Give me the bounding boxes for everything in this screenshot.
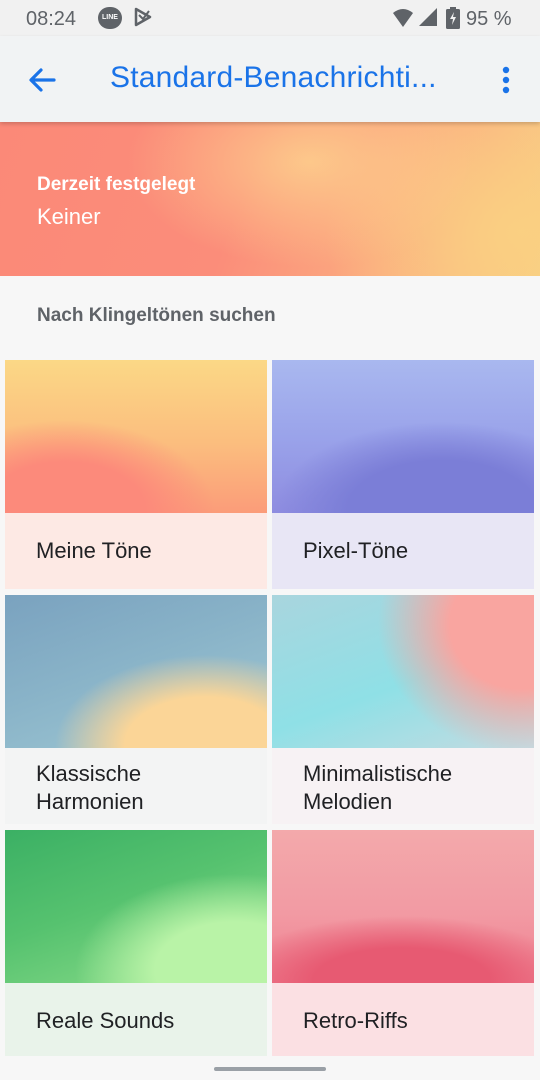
current-value: Keiner bbox=[37, 204, 101, 229]
gesture-nav-handle[interactable] bbox=[214, 1067, 326, 1071]
more-vert-icon[interactable] bbox=[492, 60, 520, 100]
category-artwork bbox=[272, 595, 534, 748]
category-card-minimal-melodies[interactable]: Minimalistische Melodien bbox=[272, 595, 534, 824]
status-bar: 08:24 LINE 95 % bbox=[0, 0, 540, 36]
battery-charging-icon bbox=[446, 7, 460, 29]
category-label: Pixel-Töne bbox=[272, 513, 534, 589]
category-card-pixel-sounds[interactable]: Pixel-Töne bbox=[272, 360, 534, 589]
category-label: Minimalistische Melodien bbox=[272, 748, 534, 824]
category-artwork bbox=[5, 830, 267, 983]
current-label: Derzeit festgelegt bbox=[37, 174, 196, 195]
status-time: 08:24 bbox=[26, 8, 77, 30]
category-card-real-sounds[interactable]: Reale Sounds bbox=[5, 830, 267, 1056]
battery-percent: 95 % bbox=[466, 8, 512, 30]
signal-icon bbox=[419, 8, 437, 26]
line-icon: LINE bbox=[98, 7, 122, 29]
category-artwork bbox=[5, 360, 267, 513]
browse-section-title: Nach Klingeltönen suchen bbox=[37, 305, 276, 326]
category-artwork bbox=[5, 595, 267, 748]
play-store-icon bbox=[134, 7, 152, 27]
category-label: Meine Töne bbox=[5, 513, 267, 589]
category-card-classical-harmonies[interactable]: Klassische Harmonien bbox=[5, 595, 267, 824]
page-title: Standard-Benachrichti... bbox=[110, 61, 437, 94]
category-card-my-sounds[interactable]: Meine Töne bbox=[5, 360, 267, 589]
category-artwork bbox=[272, 360, 534, 513]
category-label: Klassische Harmonien bbox=[5, 748, 267, 824]
app-bar: Standard-Benachrichti... bbox=[0, 36, 540, 122]
current-ringtone-banner: Derzeit festgelegt Keiner bbox=[0, 122, 540, 276]
wifi-icon bbox=[393, 9, 413, 27]
arrow-back-icon[interactable] bbox=[22, 60, 62, 100]
category-artwork bbox=[272, 830, 534, 983]
category-card-retro-riffs[interactable]: Retro-Riffs bbox=[272, 830, 534, 1056]
category-label: Reale Sounds bbox=[5, 983, 267, 1056]
category-label: Retro-Riffs bbox=[272, 983, 534, 1056]
